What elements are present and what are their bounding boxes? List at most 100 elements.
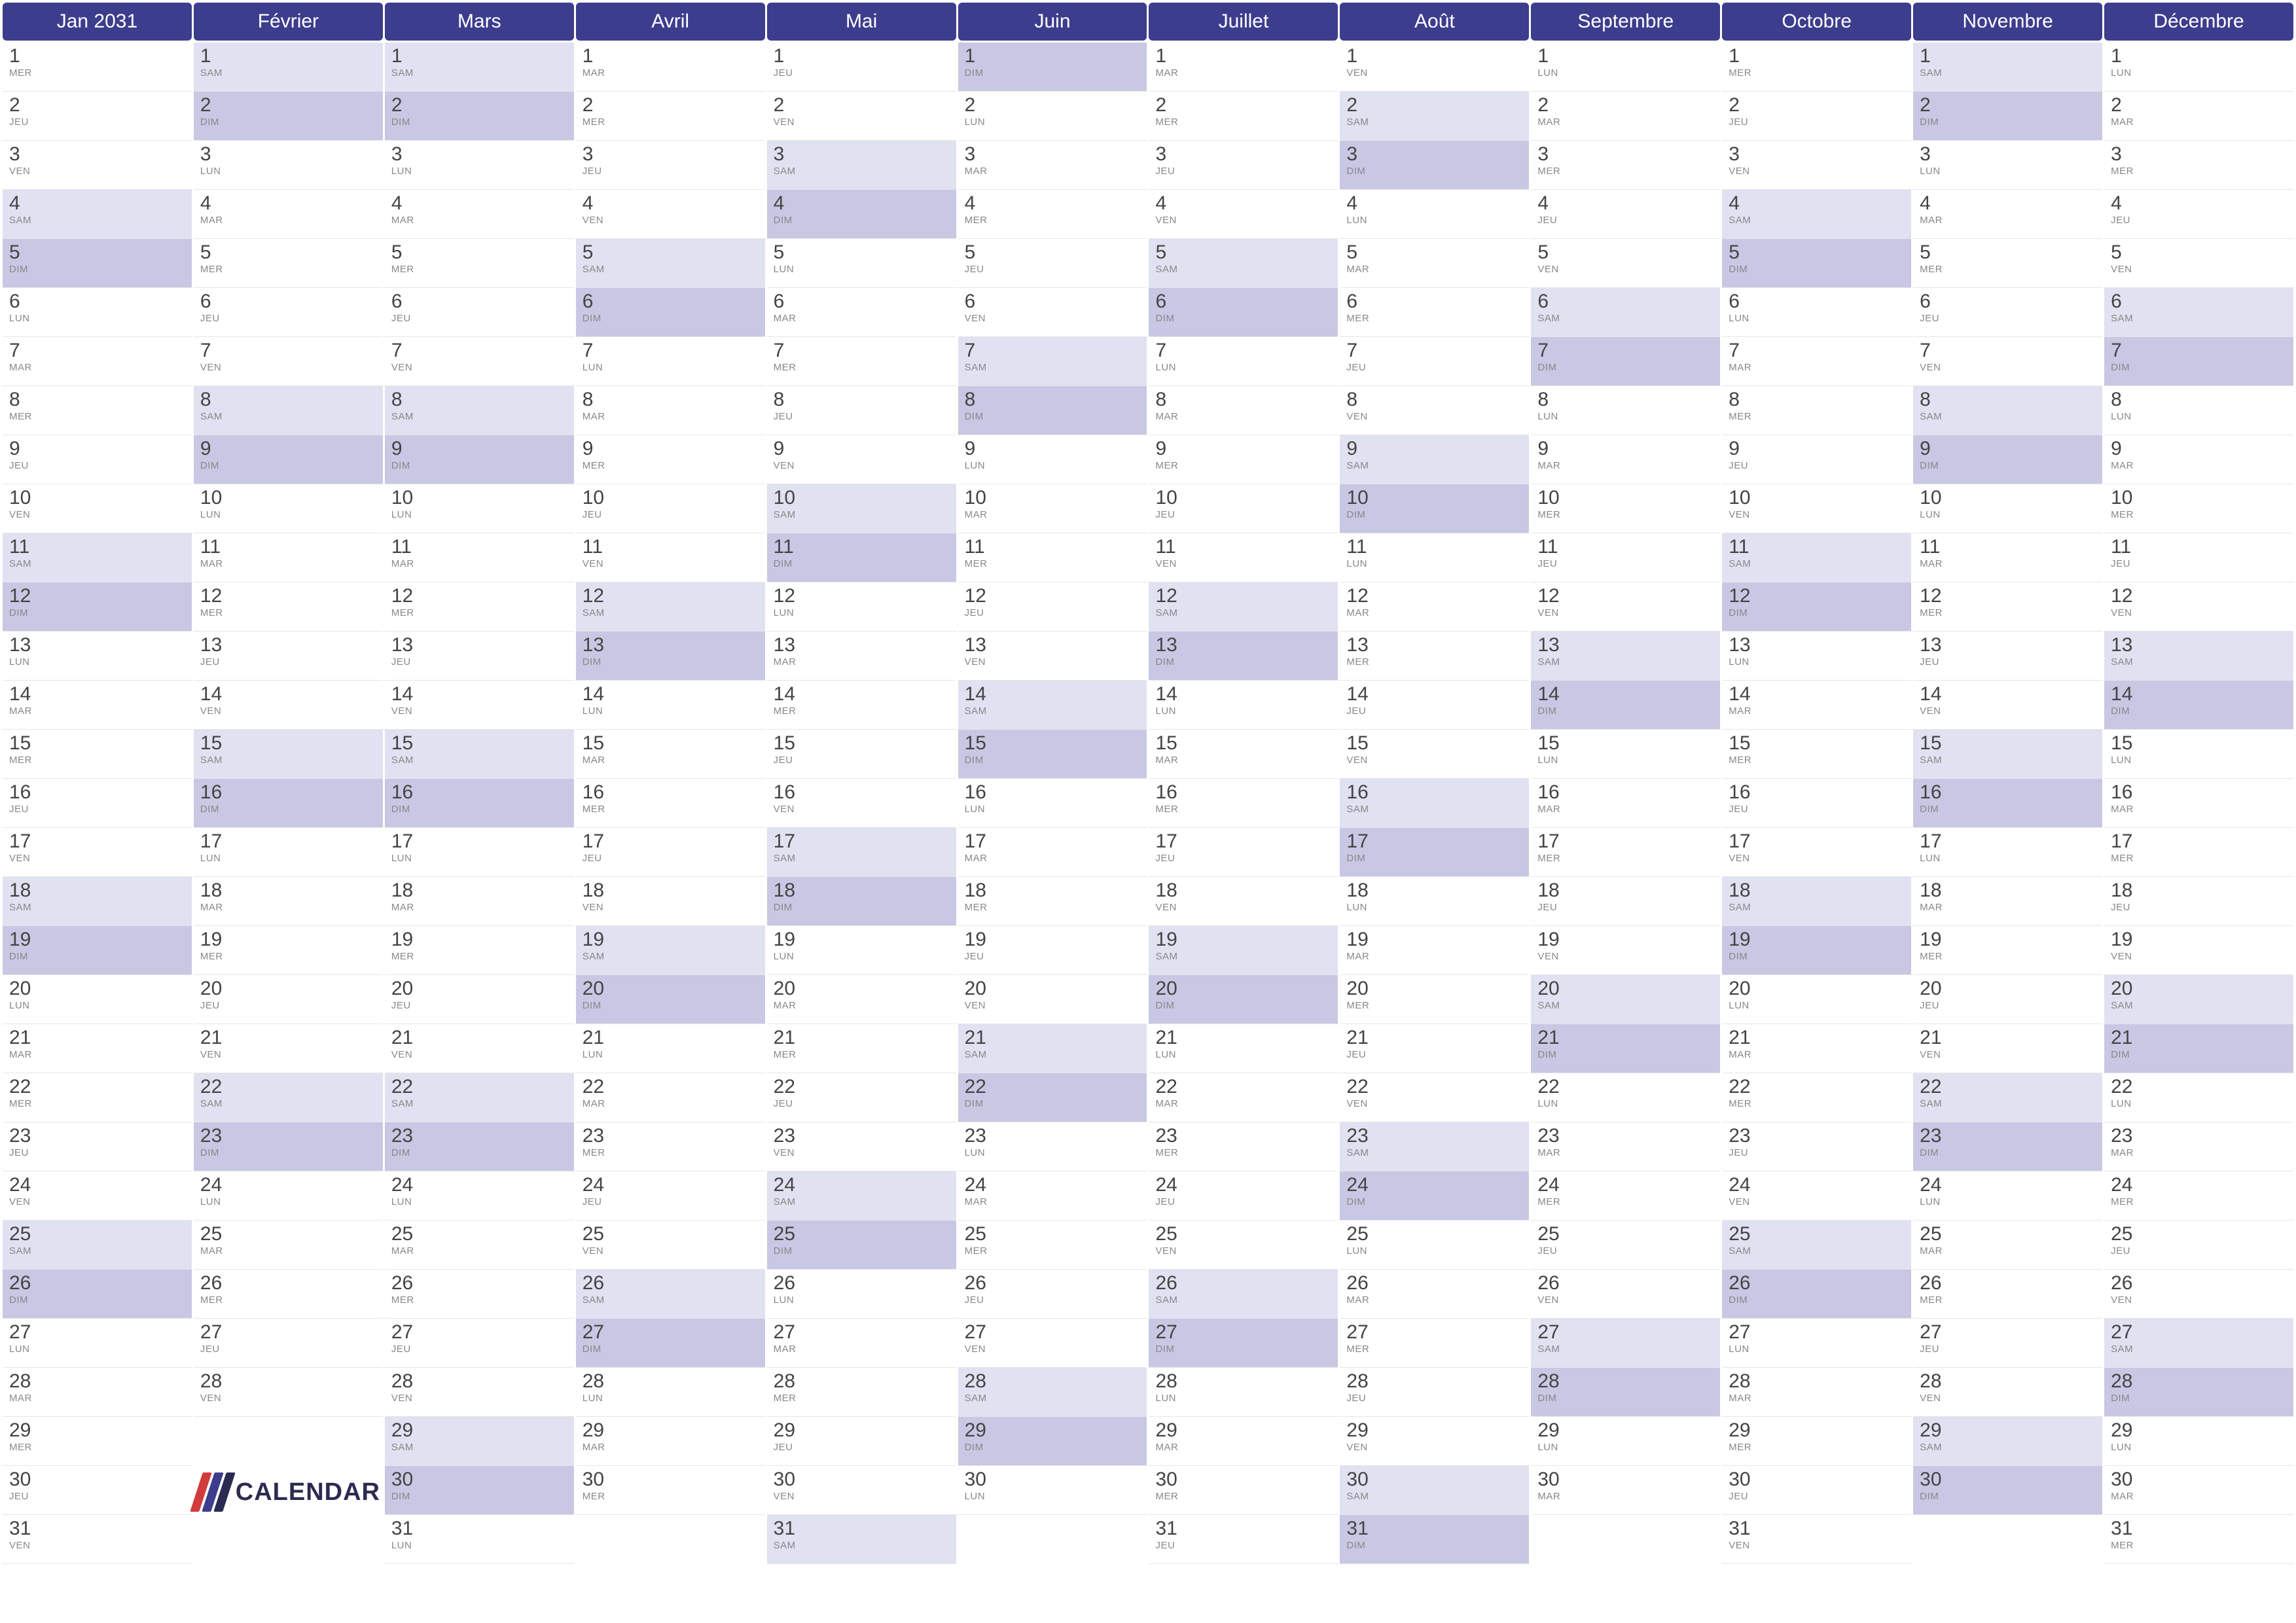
day-cell: 31VEN bbox=[3, 1515, 192, 1564]
day-number: 6 bbox=[1920, 292, 2096, 312]
day-number: 9 bbox=[1729, 439, 1905, 459]
day-of-week: JEU bbox=[583, 166, 759, 177]
day-cell: 12VEN bbox=[1531, 582, 1720, 632]
day-number: 16 bbox=[1729, 783, 1905, 802]
day-number: 29 bbox=[1155, 1421, 1331, 1440]
day-cell: 27LUN bbox=[3, 1319, 192, 1368]
day-of-week: MER bbox=[200, 951, 376, 962]
day-of-week: VEN bbox=[9, 853, 185, 864]
day-number: 30 bbox=[391, 1470, 567, 1489]
day-of-week: MAR bbox=[583, 1098, 759, 1109]
day-cell: 30 LUN bbox=[958, 1466, 1147, 1515]
day-number: 5 bbox=[583, 243, 759, 262]
day-number: 5 bbox=[1346, 243, 1522, 262]
day-of-week: MER bbox=[1729, 411, 1905, 422]
brand-logo: CALENDAR bbox=[194, 1417, 383, 1567]
day-number: 30 bbox=[965, 1470, 1141, 1489]
day-cell: 4VEN bbox=[576, 190, 765, 239]
day-of-week: MER bbox=[1155, 1147, 1331, 1158]
day-cell: 21MAR bbox=[3, 1024, 192, 1073]
day-cell: 9MAR bbox=[1531, 435, 1720, 484]
day-of-week: MAR bbox=[2111, 116, 2287, 128]
day-cell: 24JEU bbox=[1149, 1171, 1338, 1221]
day-of-week: SAM bbox=[583, 1294, 759, 1306]
day-of-week: VEN bbox=[9, 1540, 185, 1551]
month-column: Jan 20311MER2JEU3VEN4SAM5DIM6LUN7MAR8MER… bbox=[3, 3, 192, 1567]
day-cell: 11MAR bbox=[385, 533, 574, 582]
day-cell: 25SAM bbox=[1722, 1221, 1911, 1270]
day-of-week: MER bbox=[9, 411, 185, 422]
day-number: 24 bbox=[391, 1175, 567, 1195]
day-of-week: VEN bbox=[583, 558, 759, 569]
day-of-week: DIM bbox=[965, 1442, 1141, 1453]
day-number: 13 bbox=[200, 635, 376, 655]
day-of-week: DIM bbox=[1729, 1294, 1905, 1306]
day-of-week: JEU bbox=[1155, 166, 1331, 177]
day-of-week: SAM bbox=[965, 1393, 1141, 1404]
day-number: 15 bbox=[391, 734, 567, 753]
day-of-week: MAR bbox=[9, 1049, 185, 1060]
day-of-week: MAR bbox=[1537, 804, 1713, 815]
day-number: 11 bbox=[391, 537, 567, 557]
day-number: 21 bbox=[200, 1028, 376, 1048]
day-of-week: SAM bbox=[1346, 1491, 1522, 1502]
day-cell: 19MAR bbox=[1340, 926, 1529, 975]
day-number: 5 bbox=[774, 243, 950, 262]
day-number: 26 bbox=[1729, 1274, 1905, 1293]
day-of-week: VEN bbox=[1920, 362, 2096, 373]
day-cell: 15SAM bbox=[194, 730, 383, 779]
day-of-week: SAM bbox=[2111, 313, 2287, 324]
day-of-week: JEU bbox=[2111, 1245, 2287, 1257]
day-cell: 21VEN bbox=[194, 1024, 383, 1073]
day-of-week: VEN bbox=[2111, 264, 2287, 275]
day-cell: 28DIM bbox=[2104, 1368, 2293, 1417]
day-of-week: MER bbox=[774, 1049, 950, 1060]
day-cell: 11JEU bbox=[2104, 533, 2293, 582]
day-cell: 13DIM bbox=[576, 632, 765, 681]
day-number: 24 bbox=[1729, 1175, 1905, 1195]
day-of-week: VEN bbox=[1155, 558, 1331, 569]
day-cell: 8LUN bbox=[1531, 386, 1720, 435]
day-cell: 17MER bbox=[1531, 828, 1720, 877]
day-number: 10 bbox=[391, 488, 567, 508]
day-cell: 21DIM bbox=[2104, 1024, 2293, 1073]
day-cell: 2DIM bbox=[385, 92, 574, 141]
day-number: 17 bbox=[1920, 832, 2096, 851]
day-number: 15 bbox=[1155, 734, 1331, 753]
day-of-week: VEN bbox=[774, 116, 950, 128]
day-cell: 25DIM bbox=[767, 1221, 956, 1270]
day-number: 31 bbox=[1155, 1519, 1331, 1539]
day-of-week: JEU bbox=[1346, 362, 1522, 373]
day-of-week: SAM bbox=[1920, 67, 2096, 79]
day-number: 22 bbox=[774, 1077, 950, 1097]
day-of-week: DIM bbox=[2111, 362, 2287, 373]
day-cell: 26MAR bbox=[1340, 1270, 1529, 1319]
day-of-week: MAR bbox=[1729, 1049, 1905, 1060]
day-cell: 6SAM bbox=[2104, 288, 2293, 337]
day-of-week: MAR bbox=[965, 166, 1141, 177]
day-of-week: LUN bbox=[965, 1491, 1141, 1502]
day-number: 25 bbox=[1346, 1224, 1522, 1244]
month-column: Juillet1MAR2MER3JEU4VEN5SAM6DIM7LUN8MAR9… bbox=[1149, 3, 1338, 1567]
day-cell: 13LUN bbox=[1722, 632, 1911, 681]
day-cell: 16JEU bbox=[1722, 779, 1911, 828]
day-cell: 16DIM bbox=[385, 779, 574, 828]
day-of-week: DIM bbox=[200, 804, 376, 815]
day-cell: 17VEN bbox=[3, 828, 192, 877]
day-of-week: MER bbox=[2111, 1540, 2287, 1551]
day-of-week: SAM bbox=[1729, 215, 1905, 226]
day-of-week: MER bbox=[1729, 67, 1905, 79]
day-number: 28 bbox=[583, 1372, 759, 1391]
day-number: 15 bbox=[9, 734, 185, 753]
day-number: 22 bbox=[1729, 1077, 1905, 1097]
day-cell: 29MAR bbox=[1149, 1417, 1338, 1466]
day-of-week: JEU bbox=[391, 1000, 567, 1011]
day-cell: 3MAR bbox=[958, 141, 1147, 190]
day-cell: 18DIM bbox=[767, 877, 956, 926]
day-number: 27 bbox=[391, 1323, 567, 1342]
month-header: Mars bbox=[385, 3, 574, 41]
day-cell: 10MAR bbox=[958, 484, 1147, 533]
day-of-week: VEN bbox=[391, 1393, 567, 1404]
day-of-week: MAR bbox=[1920, 558, 2096, 569]
day-of-week: MAR bbox=[1729, 1393, 1905, 1404]
